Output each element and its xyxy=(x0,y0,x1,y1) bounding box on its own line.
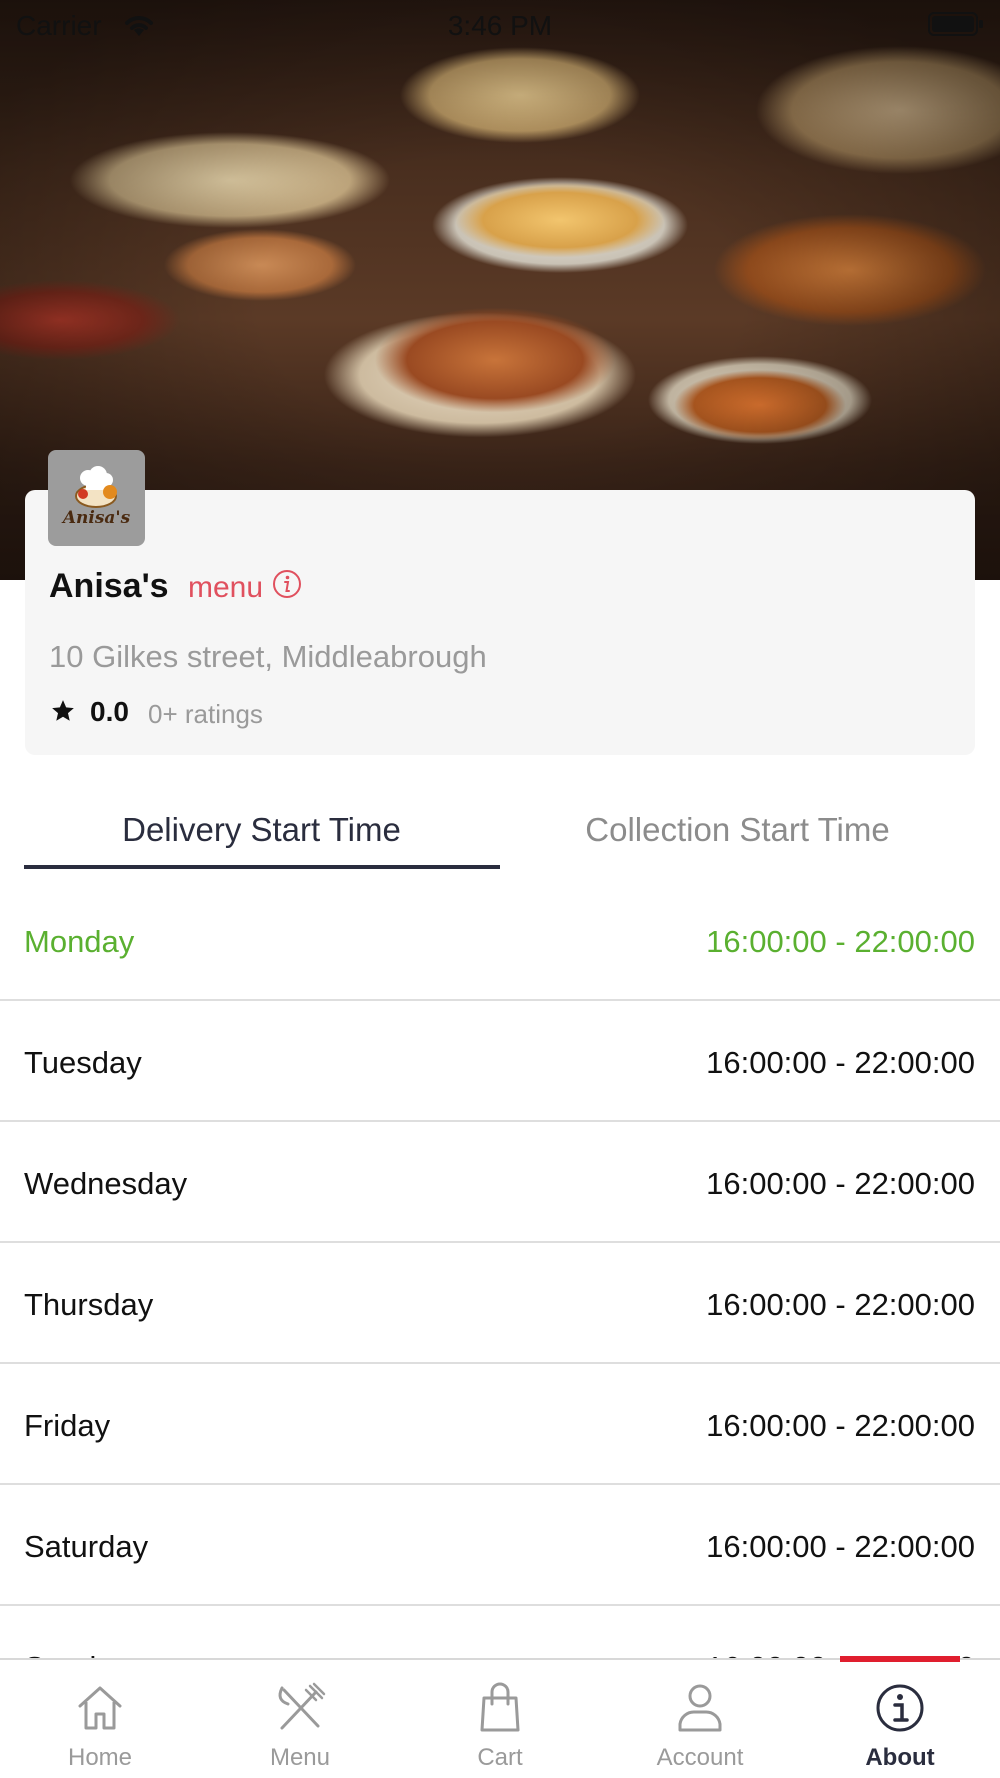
schedule-hours: 16:00:00 - 22:00:00 xyxy=(706,1529,975,1564)
tab-home[interactable]: Home xyxy=(0,1660,200,1778)
schedule-row-monday: Monday 16:00:00 - 22:00:00 xyxy=(0,880,1000,1001)
fork-knife-icon xyxy=(278,1682,326,1730)
schedule-hours: 16:00:00 - 22:00:00 xyxy=(706,1166,975,1201)
tab-menu[interactable]: Menu xyxy=(200,1660,400,1778)
rating-value: 0.0 xyxy=(90,696,129,727)
info-icon xyxy=(876,1684,924,1732)
schedule-row-friday: Friday 16:00:00 - 22:00:00 xyxy=(0,1364,1000,1485)
schedule-day: Thursday xyxy=(24,1287,154,1322)
schedule-row-wednesday: Wednesday 16:00:00 - 22:00:00 xyxy=(0,1122,1000,1243)
schedule-day: Wednesday xyxy=(24,1166,188,1201)
tab-selected-underline xyxy=(24,865,500,869)
schedule-day: Monday xyxy=(24,924,135,959)
opening-hours-list: Monday 16:00:00 - 22:00:00 Tuesday 16:00:00… xyxy=(0,880,1000,1658)
selected-tab-indicator xyxy=(840,1656,960,1662)
home-icon xyxy=(78,1686,122,1730)
schedule-hours: 16:00:00 - 22:00:00 xyxy=(706,1408,975,1443)
status-bar: Carrier 3:46 PM xyxy=(0,0,1000,50)
schedule-row-tuesday: Tuesday 16:00:00 - 22:00:00 xyxy=(0,1001,1000,1122)
tab-collection-start-time[interactable]: Collection Start Time xyxy=(500,811,975,849)
tab-label: Home xyxy=(67,1744,133,1771)
tab-label: About xyxy=(865,1744,935,1771)
info-icon[interactable] xyxy=(272,569,302,599)
tab-label: Account xyxy=(656,1744,744,1771)
ratings-count: 0+ ratings xyxy=(148,699,263,729)
tab-cart[interactable]: Cart xyxy=(400,1660,600,1778)
schedule-day: Sunday xyxy=(24,1650,129,1658)
schedule-row-saturday: Saturday 16:00:00 - 22:00:00 xyxy=(0,1485,1000,1606)
tab-about[interactable]: About xyxy=(800,1660,1000,1778)
star-icon xyxy=(52,700,74,721)
schedule-hours: 16:00:00 - 22:00:00 xyxy=(706,1287,975,1322)
schedule-hours: 16:00:00 - 22:00:00 xyxy=(706,924,975,959)
restaurant-name: Anisa's xyxy=(49,567,169,605)
logo-text: Anisa's xyxy=(62,508,131,528)
tab-label: Menu xyxy=(269,1744,331,1771)
restaurant-address: 10 Gilkes street, Middleabrough xyxy=(49,639,487,674)
battery-icon xyxy=(928,12,983,36)
schedule-day: Saturday xyxy=(24,1529,149,1564)
schedule-day: Tuesday xyxy=(24,1045,142,1080)
status-time: 3:46 PM xyxy=(447,10,553,41)
schedule-day: Friday xyxy=(24,1408,111,1443)
tab-account[interactable]: Account xyxy=(600,1660,800,1778)
tab-delivery-start-time[interactable]: Delivery Start Time xyxy=(24,811,499,849)
shopping-bag-icon xyxy=(480,1682,520,1732)
chef-hat-icon xyxy=(75,466,117,508)
person-icon xyxy=(678,1684,722,1732)
schedule-row-sunday: Sunday16:00:00 - 22:00:00 xyxy=(0,1606,1000,1658)
schedule-row-thursday: Thursday 16:00:00 - 22:00:00 xyxy=(0,1243,1000,1364)
tab-label: Cart xyxy=(477,1744,523,1771)
menu-link[interactable]: menu xyxy=(188,571,263,605)
restaurant-logo: Anisa's xyxy=(48,450,145,546)
schedule-hours: 16:00:00 - 22:00:00 xyxy=(706,1045,975,1080)
bottom-tab-bar: Home Menu Cart Account About xyxy=(0,1658,1000,1778)
